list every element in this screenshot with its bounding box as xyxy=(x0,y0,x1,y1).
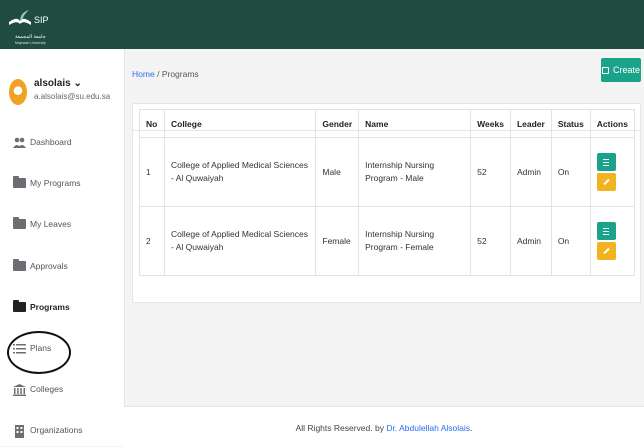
column-header[interactable]: College xyxy=(163,109,317,138)
breadcrumb-home-link[interactable]: Home xyxy=(132,69,155,79)
cell-no: 2 xyxy=(139,206,165,276)
cell-leader: Admin xyxy=(509,206,552,276)
folder-icon xyxy=(13,217,26,229)
cell-leader: Admin xyxy=(509,137,552,207)
table-row: 1 College of Applied Medical Sciences - … xyxy=(139,137,636,207)
plus-square-icon xyxy=(601,66,609,74)
cell-gender: Male xyxy=(315,137,360,207)
sidebar-item-label: Approvals xyxy=(30,261,68,271)
column-header[interactable]: No xyxy=(139,109,165,138)
cell-weeks: 52 xyxy=(470,206,511,276)
cell-no: 1 xyxy=(139,137,165,207)
sidebar: alsolais ⌄ a.alsolais@su.edu.sa Dashboar… xyxy=(0,49,125,446)
cell-actions xyxy=(589,206,636,276)
avatar xyxy=(9,79,27,105)
table-row: 2 College of Applied Medical Sciences - … xyxy=(139,206,636,276)
breadcrumb-separator: / xyxy=(157,69,160,79)
footer-suffix: . xyxy=(469,423,473,433)
cell-status: On xyxy=(550,206,591,276)
sidebar-item-label: Plans xyxy=(30,343,52,353)
breadcrumb-current: Programs xyxy=(161,69,199,79)
sidebar-item-programs[interactable]: Programs xyxy=(13,299,121,315)
user-name-wrap: alsolais ⌄ xyxy=(34,78,82,89)
cell-name: Internship Nursing Program - Male xyxy=(358,137,472,207)
sidebar-item-label: Dashboard xyxy=(30,137,72,147)
user-email: a.alsolais@su.edu.sa xyxy=(34,92,111,101)
footer-text: All Rights Reserved. by Dr. Abdulellah A… xyxy=(124,423,644,433)
sidebar-item-label: My Programs xyxy=(30,178,81,188)
logo-text-english: Majmaah University xyxy=(15,41,46,45)
column-header[interactable]: Name xyxy=(358,109,472,138)
sidebar-item-label: My Leaves xyxy=(30,219,72,229)
sidebar-item-my-programs[interactable]: My Programs xyxy=(13,175,121,191)
chevron-down-icon: ⌄ xyxy=(73,78,82,89)
column-header[interactable]: Status xyxy=(550,109,591,138)
footer-copyright: All Rights Reserved. by xyxy=(295,423,384,433)
sidebar-item-label: Colleges xyxy=(30,384,64,394)
cell-weeks: 52 xyxy=(470,137,511,207)
book-logo-icon xyxy=(9,10,31,25)
sidebar-item-label: Programs xyxy=(30,302,70,312)
app-title: SIP xyxy=(34,15,49,25)
university-logo[interactable]: SIP جامعة المجمعة Majmaah University xyxy=(7,6,53,46)
building-icon xyxy=(13,425,26,438)
cell-gender: Female xyxy=(315,206,360,276)
breadcrumb: Home / Programs xyxy=(132,69,199,79)
sidebar-item-colleges[interactable]: Colleges xyxy=(13,381,121,397)
edit-button[interactable] xyxy=(596,173,616,191)
bank-icon xyxy=(13,384,26,396)
logo-text-arabic: جامعة المجمعة xyxy=(15,34,46,40)
table-header-row: No College Gender Name Weeks Leader Stat… xyxy=(139,109,636,138)
users-icon xyxy=(13,137,26,148)
cell-college: College of Applied Medical Sciences - Al… xyxy=(163,206,317,276)
footer: All Rights Reserved. by Dr. Abdulellah A… xyxy=(124,406,644,447)
sidebar-item-label: Organizations xyxy=(30,425,83,435)
create-button[interactable]: Create xyxy=(601,58,641,82)
cell-actions xyxy=(589,137,636,207)
column-header[interactable]: Gender xyxy=(315,109,360,138)
top-bar: SIP جامعة المجمعة Majmaah University xyxy=(0,0,644,49)
sidebar-item-my-leaves[interactable]: My Leaves xyxy=(13,216,121,232)
list-lines-icon xyxy=(603,227,610,235)
sidebar-item-organizations[interactable]: Organizations xyxy=(13,422,121,438)
column-header: Actions xyxy=(589,109,636,138)
column-header[interactable]: Leader xyxy=(509,109,552,138)
edit-button[interactable] xyxy=(596,242,616,260)
folder-icon xyxy=(13,176,26,188)
sidebar-item-plans[interactable]: Plans xyxy=(13,340,121,356)
folder-icon xyxy=(13,300,26,312)
pencil-icon xyxy=(603,247,610,255)
column-header[interactable]: Weeks xyxy=(470,109,511,138)
sidebar-item-approvals[interactable]: Approvals xyxy=(13,258,121,274)
create-button-label: Create xyxy=(612,65,640,75)
list-lines-icon xyxy=(603,158,610,166)
list-icon xyxy=(13,343,26,354)
user-name: alsolais xyxy=(34,78,71,89)
cell-college: College of Applied Medical Sciences - Al… xyxy=(163,137,317,207)
view-button[interactable] xyxy=(596,222,616,240)
footer-author-link[interactable]: Dr. Abdulellah Alsolais xyxy=(386,423,470,433)
cell-status: On xyxy=(550,137,591,207)
sidebar-item-dashboard[interactable]: Dashboard xyxy=(13,134,121,150)
pencil-icon xyxy=(603,178,610,186)
folder-icon xyxy=(13,259,26,271)
view-button[interactable] xyxy=(596,153,616,171)
user-menu[interactable]: alsolais ⌄ a.alsolais@su.edu.sa xyxy=(9,77,121,113)
cell-name: Internship Nursing Program - Female xyxy=(358,206,472,276)
programs-table: No College Gender Name Weeks Leader Stat… xyxy=(139,109,636,276)
